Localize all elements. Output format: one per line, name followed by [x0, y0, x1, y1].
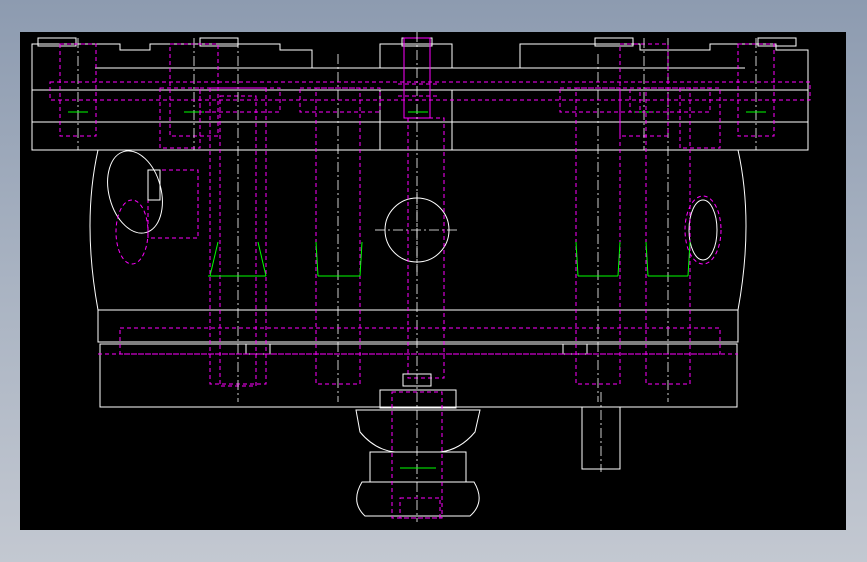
cad-drawing-viewport[interactable] [20, 32, 846, 530]
hidden-plate-details [49, 81, 811, 355]
central-bore [375, 192, 460, 272]
base-plate [99, 343, 738, 408]
right-locating-pin [581, 392, 621, 472]
bottom-knob [355, 373, 481, 519]
top-clamp-plate [31, 37, 809, 151]
left-side-port [107, 150, 199, 265]
central-shaft [398, 32, 445, 522]
main-body [89, 149, 747, 343]
